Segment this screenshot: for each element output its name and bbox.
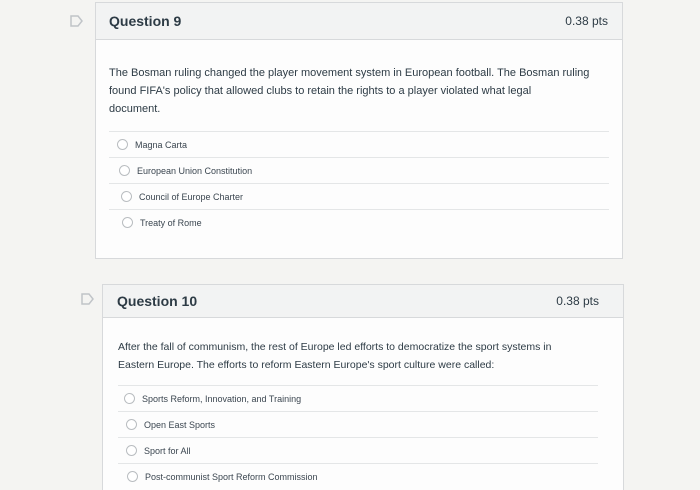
- answer-option[interactable]: Treaty of Rome: [109, 209, 609, 235]
- answer-radio[interactable]: [119, 165, 130, 176]
- question-points: 0.38 pts: [556, 294, 599, 308]
- question-text: The Bosman ruling changed the player mov…: [109, 64, 609, 118]
- answer-label: Post-communist Sport Reform Commission: [145, 471, 318, 482]
- answer-label: Sports Reform, Innovation, and Training: [142, 393, 302, 404]
- answer-label: Treaty of Rome: [140, 217, 202, 228]
- flag-question-icon[interactable]: [81, 293, 95, 305]
- question-points: 0.38 pts: [565, 14, 608, 28]
- question-title: Question 10: [117, 293, 198, 309]
- answer-list: Sports Reform, Innovation, and Training …: [118, 385, 598, 489]
- answer-option[interactable]: Open East Sports: [118, 411, 598, 437]
- answer-label: Sport for All: [144, 445, 191, 456]
- question-card: Question 10 0.38 pts After the fall of c…: [102, 284, 624, 490]
- question-text: After the fall of communism, the rest of…: [118, 338, 613, 374]
- answer-radio[interactable]: [124, 393, 135, 404]
- question-card: Question 9 0.38 pts The Bosman ruling ch…: [95, 2, 623, 259]
- answer-label: Magna Carta: [135, 139, 188, 150]
- answer-radio[interactable]: [126, 445, 137, 456]
- answer-option[interactable]: Sport for All: [118, 437, 598, 463]
- answer-option[interactable]: Magna Carta: [109, 131, 609, 157]
- answer-radio[interactable]: [121, 191, 132, 202]
- answer-option[interactable]: Sports Reform, Innovation, and Training: [118, 385, 598, 411]
- answer-radio[interactable]: [117, 139, 128, 150]
- question-text-line: document.: [109, 103, 161, 115]
- answer-label: European Union Constitution: [137, 165, 253, 176]
- question-text-line: Eastern Europe. The efforts to reform Ea…: [118, 359, 495, 371]
- question-header: Question 9 0.38 pts: [96, 3, 622, 40]
- answer-option[interactable]: European Union Constitution: [109, 157, 609, 183]
- question-text-line: The Bosman ruling changed the player mov…: [109, 67, 590, 79]
- answer-option[interactable]: Council of Europe Charter: [109, 183, 609, 209]
- question-title: Question 9: [109, 13, 182, 29]
- answer-list: Magna Carta European Union Constitution …: [109, 131, 609, 235]
- answer-radio[interactable]: [126, 419, 137, 430]
- answer-radio[interactable]: [122, 217, 133, 228]
- answer-radio[interactable]: [127, 471, 138, 482]
- question-text-line: After the fall of communism, the rest of…: [118, 341, 552, 353]
- question-text-line: found FIFA's policy that allowed clubs t…: [109, 85, 532, 97]
- answer-option[interactable]: Post-communist Sport Reform Commission: [118, 463, 598, 489]
- question-header: Question 10 0.38 pts: [103, 285, 623, 318]
- answer-label: Council of Europe Charter: [139, 191, 244, 202]
- flag-question-icon[interactable]: [70, 15, 84, 27]
- answer-label: Open East Sports: [144, 419, 216, 430]
